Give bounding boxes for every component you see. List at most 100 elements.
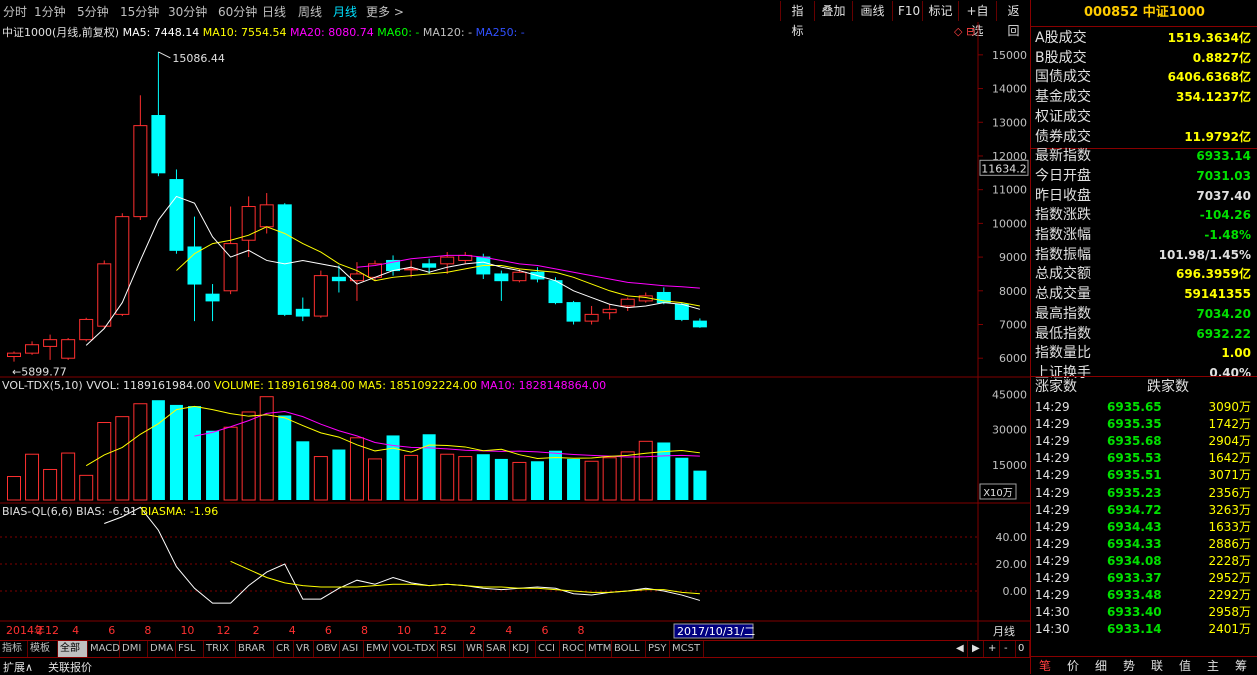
panel-footer-tab[interactable]: 势 [1115, 657, 1143, 675]
period-tab[interactable]: 1分钟 [34, 3, 66, 20]
indicator-tab[interactable]: MCST [670, 641, 704, 657]
bias-line [104, 506, 701, 604]
chart-nav-button[interactable]: - [1002, 641, 1016, 657]
tick-time: 14:29 [1035, 588, 1070, 603]
indicator-tab[interactable]: VR [294, 641, 314, 657]
indicator-tab[interactable]: 全部 [58, 641, 88, 657]
quote-row: B股成交 0.8827亿 [1033, 49, 1255, 68]
chart-nav-button[interactable]: ◀ [954, 641, 968, 657]
quote-value: 354.1237亿 [1175, 90, 1251, 105]
ma10-value: MA10: 7554.54 [202, 26, 287, 39]
period-tab[interactable]: 月线 [333, 3, 357, 20]
indicator-tab[interactable]: RSI [438, 641, 464, 657]
indicator-tab[interactable]: TRIX [204, 641, 236, 657]
indicator-tab[interactable]: PSY [646, 641, 670, 657]
volume-bar-up [584, 460, 599, 501]
toolbar-button[interactable]: 返回 [996, 1, 1030, 38]
toolbar-button[interactable]: 指标 [780, 1, 814, 38]
toolbar-button[interactable]: 标记 [922, 1, 958, 21]
panel-footer-tab[interactable]: 主 [1199, 657, 1227, 675]
period-tab[interactable]: 5分钟 [77, 3, 109, 20]
bias-axis-label: 20.00 [996, 558, 1028, 571]
period-tab[interactable]: 更多 > [366, 3, 404, 20]
indicator-tab[interactable]: MACD [88, 641, 120, 657]
ma20-value: MA20: 8080.74 [290, 26, 374, 39]
x-axis-label: 8 [361, 624, 368, 637]
toolbar-button[interactable]: 叠加 [814, 1, 852, 21]
indicator-tab[interactable]: CR [274, 641, 294, 657]
chart-corner-icons[interactable]: ◇ ⊟ [954, 25, 975, 38]
volume-bar-down [188, 406, 201, 500]
period-tab[interactable]: 30分钟 [168, 3, 207, 20]
quote-row: 最低指数 6932.22 [1033, 325, 1255, 344]
quote-label: 基金成交 [1035, 89, 1091, 106]
indicator-tab[interactable]: EMV [364, 641, 390, 657]
toolbar-button[interactable]: +自选 [958, 1, 996, 38]
candle-body-down [548, 280, 563, 304]
panel-footer-tab[interactable]: 笔 [1031, 657, 1059, 675]
panel-footer-tab[interactable]: 价 [1059, 657, 1087, 675]
quote-label: 指数量比 [1035, 345, 1091, 362]
indicator-tab[interactable]: MTM [586, 641, 612, 657]
chart-nav-button[interactable]: ▶ [970, 641, 984, 657]
volume-bar-up [349, 437, 364, 501]
quote-value: 11.9792亿 [1184, 129, 1251, 144]
kline-chart-area[interactable]: 1500014000130001200011000100009000800070… [0, 22, 1030, 640]
candle-body-up [440, 256, 455, 265]
candle-body-down [295, 308, 310, 317]
quote-label: 昨日收盘 [1035, 187, 1091, 204]
indicator-tab[interactable]: DMA [148, 641, 176, 657]
indicator-tab[interactable]: KDJ [510, 641, 536, 657]
indicator-tab[interactable]: DMI [120, 641, 148, 657]
candle-body-down [205, 293, 220, 302]
high-marker-line [158, 51, 171, 59]
indicator-tab[interactable]: OBV [314, 641, 340, 657]
indicator-tab[interactable]: FSL [176, 641, 204, 657]
indicator-tab[interactable]: BRAR [236, 641, 274, 657]
quote-row: 指数量比 1.00 [1033, 344, 1255, 363]
period-tab[interactable]: 15分钟 [120, 3, 159, 20]
tick-price: 6933.48 [1107, 588, 1162, 603]
period-tab[interactable]: 周线 [298, 3, 322, 20]
volume-bar-up [115, 416, 130, 501]
tick-price: 6933.37 [1107, 571, 1162, 585]
candle-body-up [7, 352, 21, 358]
panel-footer-tab[interactable]: 筹 [1227, 657, 1255, 675]
toolbar-button[interactable]: 画线 [852, 1, 892, 21]
panel-footer-tab[interactable]: 值 [1171, 657, 1199, 675]
indicator-tab[interactable]: CCI [536, 641, 560, 657]
chart-nav-button[interactable]: 0 [1016, 641, 1030, 657]
indicator-tab[interactable]: BOLL [612, 641, 646, 657]
indicator-tab[interactable]: 指标 [0, 641, 28, 657]
toolbar-button[interactable]: F10 [892, 1, 922, 21]
panel-footer-tab[interactable]: 联 [1143, 657, 1171, 675]
panel-footer-tab[interactable]: 细 [1087, 657, 1115, 675]
indicator-tab[interactable]: ASI [340, 641, 364, 657]
indicator-tab[interactable]: VOL-TDX [390, 641, 438, 657]
tick-volume: 2886万 [1208, 536, 1251, 551]
collapse-icon[interactable]: ⊟ [966, 25, 975, 38]
indicator-tab[interactable]: SAR [484, 641, 510, 657]
candle-body-up [79, 318, 94, 341]
period-tab[interactable]: 60分钟 [218, 3, 257, 20]
quote-label: 国债成交 [1035, 69, 1091, 86]
tick-price: 6935.65 [1107, 400, 1162, 414]
tick-row: 14:29 6933.48 2292万 [1033, 587, 1255, 604]
ma60-value: MA60: - [377, 26, 420, 39]
related-quote-button[interactable]: 关联报价 [48, 659, 92, 675]
volume-bar-up [638, 440, 653, 501]
indicator-tab[interactable]: 模板 [28, 641, 58, 657]
tick-row: 14:29 6934.08 2228万 [1033, 553, 1255, 570]
expand-button[interactable]: 扩展∧ [3, 659, 33, 675]
period-tab[interactable]: 日线 [262, 3, 286, 20]
x-axis-label: 10 [180, 624, 194, 637]
candle-body-down [277, 204, 292, 315]
quote-label: 指数涨幅 [1035, 227, 1091, 243]
volume-bar-down [530, 461, 544, 500]
diamond-icon[interactable]: ◇ [954, 25, 962, 38]
period-tab[interactable]: 分时 [3, 3, 27, 20]
indicator-tab[interactable]: ROC [560, 641, 586, 657]
chart-nav-button[interactable]: + [986, 641, 1000, 657]
indicator-tab[interactable]: WR [464, 641, 484, 657]
tick-row: 14:29 6935.23 2356万 [1033, 485, 1255, 502]
